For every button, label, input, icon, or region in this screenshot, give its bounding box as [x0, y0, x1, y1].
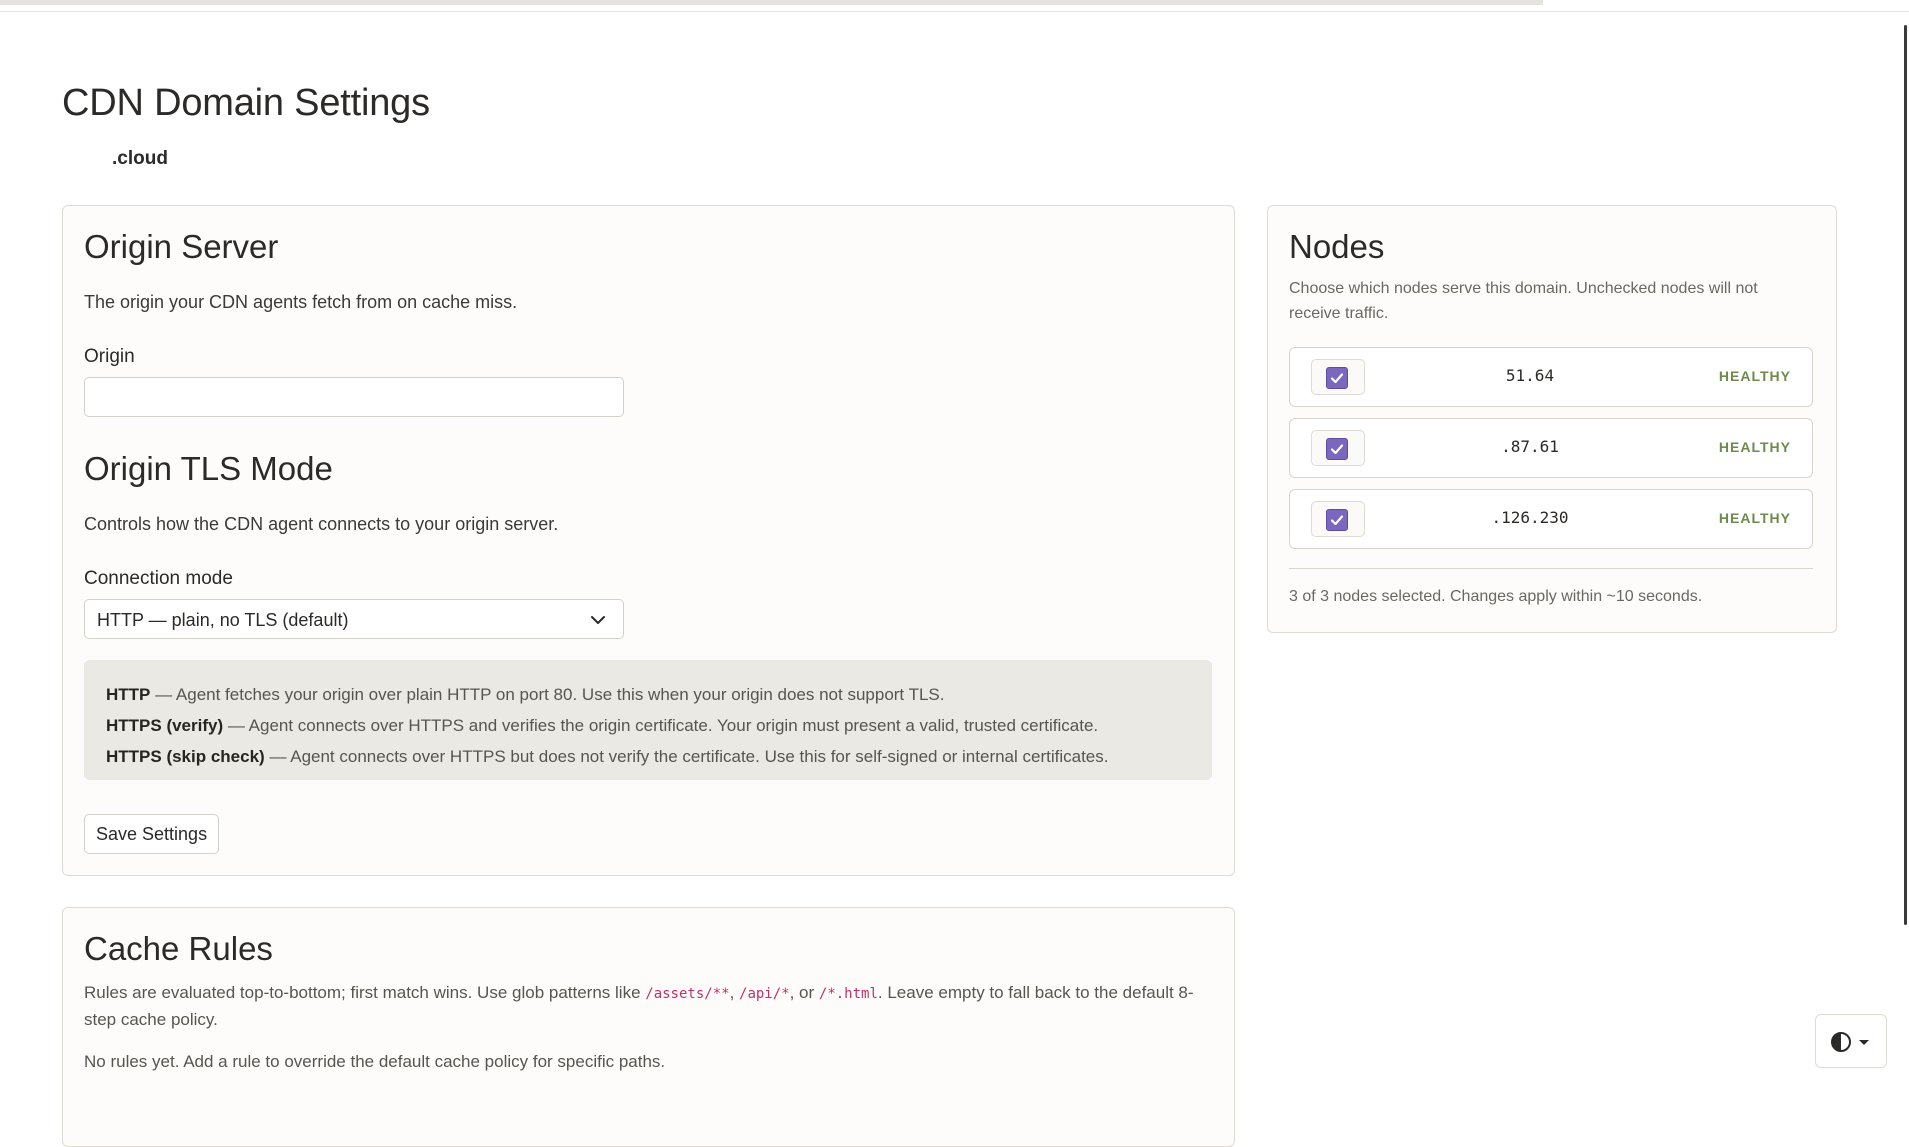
save-settings-button[interactable]: Save Settings: [84, 814, 220, 854]
info-line-https-skip: HTTPS (skip check) — Agent connects over…: [106, 741, 1190, 772]
cache-desc-sep: , or: [789, 983, 819, 1002]
info-term-http: HTTP: [106, 685, 151, 704]
info-term-https-skip: HTTPS (skip check): [106, 747, 265, 766]
scrollbar-thumb[interactable]: [1904, 25, 1907, 925]
loading-bar: [0, 0, 1543, 5]
domain-name: .cloud: [112, 148, 168, 169]
node-checkbox[interactable]: [1326, 367, 1348, 389]
theme-toggle-button[interactable]: [1815, 1014, 1887, 1068]
cache-rules-heading: Cache Rules: [84, 930, 273, 967]
connection-mode-label: Connection mode: [84, 568, 233, 589]
origin-tls-heading: Origin TLS Mode: [84, 450, 333, 487]
nodes-description: Choose which nodes serve this domain. Un…: [1289, 280, 1758, 322]
glob-example-assets: /assets/**: [645, 986, 730, 1002]
nodes-heading: Nodes: [1289, 228, 1385, 265]
browser-top-bar: [0, 0, 1909, 12]
origin-settings-card: Origin Server The origin your CDN agents…: [62, 205, 1235, 876]
node-checkbox-wrapper[interactable]: [1311, 430, 1365, 466]
node-status-badge: HEALTHY: [1718, 439, 1791, 455]
node-ip: .87.61: [1501, 437, 1559, 456]
cache-desc-text: Rules are evaluated top-to-bottom; first…: [84, 983, 646, 1002]
info-term-https-verify: HTTPS (verify): [106, 716, 224, 735]
contrast-icon: [1831, 1032, 1851, 1052]
check-icon: [1330, 515, 1344, 526]
nodes-summary: 3 of 3 nodes selected. Changes apply wit…: [1289, 588, 1703, 605]
origin-server-description: The origin your CDN agents fetch from on…: [84, 292, 518, 312]
nodes-card: Nodes Choose which nodes serve this doma…: [1267, 205, 1837, 633]
info-line-http: HTTP — Agent fetches your origin over pl…: [106, 679, 1190, 710]
tls-mode-info-box: HTTP — Agent fetches your origin over pl…: [84, 660, 1212, 780]
cache-desc-sep: ,: [729, 983, 740, 1002]
origin-input[interactable]: [84, 377, 624, 417]
caret-down-icon: [1859, 1040, 1869, 1045]
page-scrollbar[interactable]: [1899, 25, 1909, 925]
origin-label: Origin: [84, 346, 135, 367]
info-line-https-verify: HTTPS (verify) — Agent connects over HTT…: [106, 710, 1190, 741]
cache-rules-empty-state: No rules yet. Add a rule to override the…: [84, 1052, 666, 1071]
origin-tls-description: Controls how the CDN agent connects to y…: [84, 514, 559, 534]
node-checkbox[interactable]: [1326, 438, 1348, 460]
node-checkbox-wrapper[interactable]: [1311, 501, 1365, 537]
cache-rules-description: Rules are evaluated top-to-bottom; first…: [84, 980, 1212, 1033]
check-icon: [1330, 444, 1344, 455]
node-status-badge: HEALTHY: [1718, 368, 1791, 384]
node-checkbox[interactable]: [1326, 509, 1348, 531]
nodes-divider: [1289, 568, 1813, 569]
connection-mode-value: HTTP — plain, no TLS (default): [97, 610, 349, 630]
node-row[interactable]: .87.61 HEALTHY: [1289, 418, 1813, 478]
glob-example-html: /*.html: [818, 986, 878, 1002]
connection-mode-select[interactable]: HTTP — plain, no TLS (default): [84, 599, 624, 639]
node-checkbox-wrapper[interactable]: [1311, 359, 1365, 395]
info-text-http: — Agent fetches your origin over plain H…: [150, 685, 945, 704]
check-icon: [1330, 373, 1344, 384]
origin-server-heading: Origin Server: [84, 228, 279, 265]
node-row[interactable]: 51.64 HEALTHY: [1289, 347, 1813, 407]
node-row[interactable]: .126.230 HEALTHY: [1289, 489, 1813, 549]
node-status-badge: HEALTHY: [1718, 510, 1791, 526]
cache-rules-card: Cache Rules Rules are evaluated top-to-b…: [62, 907, 1235, 1147]
glob-example-api: /api/*: [739, 986, 790, 1002]
info-text-https-verify: — Agent connects over HTTPS and verifies…: [223, 716, 1099, 735]
chevron-down-icon: [591, 616, 605, 624]
info-text-https-skip: — Agent connects over HTTPS but does not…: [264, 747, 1109, 766]
node-ip: 51.64: [1505, 366, 1555, 385]
page-title: CDN Domain Settings: [62, 82, 430, 124]
node-ip: .126.230: [1491, 508, 1569, 527]
node-list: 51.64 HEALTHY .87.61 HEALTHY .126.230 HE…: [1289, 347, 1813, 560]
